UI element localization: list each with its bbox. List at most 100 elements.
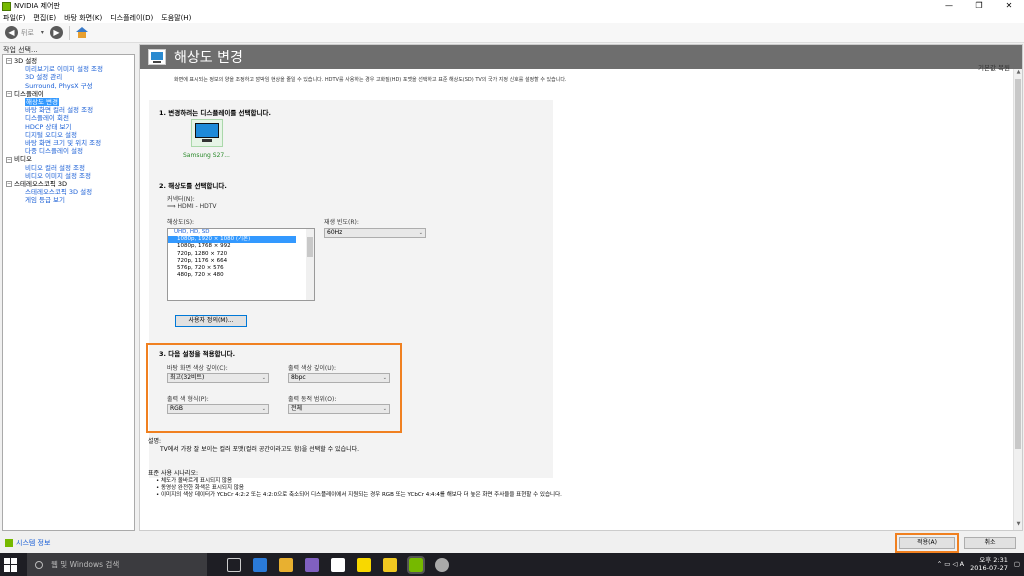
notification-icon[interactable]: ▢ — [1014, 560, 1020, 568]
back-dropdown-icon[interactable]: ▾ — [41, 29, 44, 36]
refresh-rate-value: 60Hz — [327, 229, 343, 236]
main-scrollbar[interactable]: ▲ ▼ — [1013, 69, 1022, 530]
menu-file[interactable]: 파일(F) — [3, 13, 25, 23]
system-tray: ⌃ ▭ ◁ A 오후 2:31 2016-07-27 ▢ — [937, 556, 1020, 572]
folder-icon[interactable] — [383, 557, 397, 572]
menu-edit[interactable]: 편집(E) — [33, 13, 56, 23]
search-box[interactable]: 웹 및 Windows 검색 — [27, 553, 207, 576]
store-icon[interactable] — [331, 557, 345, 572]
tree-item-label: 게임 등급 보기 — [25, 196, 66, 205]
collapse-icon[interactable]: − — [6, 181, 12, 188]
tree-item-selected[interactable]: 해상도 변경 — [6, 98, 134, 107]
tree-item[interactable]: 디지털 오디오 설정 — [6, 131, 134, 139]
resolution-option[interactable]: 1080p, 1920 × 1080 (기본) — [168, 236, 296, 244]
menu-bar: 파일(F) 편집(E) 바탕 화면(K) 디스플레이(D) 도움말(H) — [0, 12, 1024, 23]
task-view-icon[interactable] — [227, 557, 241, 572]
microphone-icon[interactable] — [35, 560, 43, 569]
refresh-rate-select[interactable]: 60Hz ⌄ — [324, 228, 426, 238]
customize-button[interactable]: 사용자 정의(M)... — [175, 315, 247, 327]
tree-item[interactable]: 게임 등급 보기 — [6, 196, 134, 204]
resolution-option[interactable]: 720p, 1280 × 720 — [168, 251, 314, 258]
hdmi-icon: ⟹ — [167, 203, 178, 210]
clock-time: 오후 2:31 — [979, 556, 1008, 564]
search-placeholder: 웹 및 Windows 검색 — [51, 560, 120, 569]
tree-item[interactable]: HDCP 상태 보기 — [6, 123, 134, 131]
scroll-thumb[interactable] — [1015, 79, 1021, 449]
tree-category[interactable]: − 비디오 — [6, 155, 134, 163]
tree-category[interactable]: − 디스플레이 — [6, 90, 134, 98]
clock[interactable]: 오후 2:31 2016-07-27 — [970, 556, 1008, 572]
nvidia-taskbar-icon[interactable] — [407, 555, 425, 574]
app-icon[interactable] — [435, 557, 449, 572]
toolbar-divider — [68, 25, 70, 40]
resolution-list[interactable]: UHD, HD, SD 1080p, 1920 × 1080 (기본) 1080p,… — [167, 228, 315, 301]
back-label[interactable]: 뒤로 — [21, 28, 34, 38]
collapse-icon[interactable]: − — [6, 58, 12, 65]
page-header: 해상도 변경 — [140, 45, 1022, 69]
windows-start-icon[interactable] — [4, 557, 18, 572]
monitor-label[interactable]: Samsung S27... — [183, 152, 230, 159]
resolution-list-scrollbar[interactable] — [306, 229, 314, 300]
system-info-label[interactable]: 시스템 정보 — [16, 538, 50, 548]
monitor-icon[interactable] — [191, 119, 223, 147]
back-icon[interactable]: ◀ — [5, 26, 18, 39]
tree-item-label: 해상도 변경 — [25, 98, 59, 107]
tree-item[interactable]: 디스플레이 회전 — [6, 114, 134, 122]
step3-highlight-box — [146, 343, 402, 433]
scroll-up-icon[interactable]: ▲ — [1014, 69, 1023, 78]
kakaotalk-icon[interactable] — [357, 557, 371, 572]
toolbar: ◀ 뒤로 ▾ ▶ — [0, 23, 1024, 43]
tree-item-label: HDCP 상태 보기 — [25, 122, 72, 131]
restore-defaults-link[interactable]: 기본값 복원 — [978, 62, 1010, 72]
tree-item[interactable]: 3D 설정 관리 — [6, 73, 134, 81]
refresh-label: 재생 빈도(R): — [324, 219, 359, 226]
ime-indicator[interactable]: A — [960, 560, 964, 568]
tree-category-label: 3D 설정 — [14, 57, 38, 65]
network-icon[interactable]: ▭ — [944, 560, 950, 568]
collapse-icon[interactable]: − — [6, 156, 12, 163]
tree-item-label: 비디오 컬러 설정 조정 — [25, 163, 86, 172]
media-app-icon[interactable] — [305, 557, 319, 572]
close-button[interactable]: ✕ — [994, 0, 1024, 12]
menu-desktop[interactable]: 바탕 화면(K) — [64, 13, 102, 23]
menu-display[interactable]: 디스플레이(D) — [110, 13, 153, 23]
title-bar: NVIDIA 제어판 — ❐ ✕ — [0, 0, 1024, 12]
resolution-option[interactable]: 1080p, 1768 × 992 — [168, 243, 314, 250]
system-info-link[interactable]: 시스템 정보 — [5, 538, 50, 548]
main-panel: 해상도 변경 기본값 복원 화면에 표시되는 정보의 양을 조정하고 깜박임 현… — [139, 44, 1023, 531]
window-title: NVIDIA 제어판 — [14, 2, 60, 10]
resolution-option[interactable]: 576p, 720 × 576 — [168, 265, 314, 272]
collapse-icon[interactable]: − — [6, 90, 12, 97]
resolution-option[interactable]: 480p, 720 × 480 — [168, 272, 314, 279]
volume-icon[interactable]: ◁ — [953, 560, 958, 568]
file-explorer-icon[interactable] — [279, 557, 293, 572]
explain-text: TV에서 가장 잘 보이는 컬러 포맷(컬러 공간이라고도 함)을 선택할 수 … — [160, 446, 360, 453]
cancel-button[interactable]: 취소 — [964, 537, 1016, 549]
page-title: 해상도 변경 — [174, 50, 243, 66]
tree-item[interactable]: 비디오 이미지 설정 조정 — [6, 172, 134, 180]
page-description: 화면에 표시되는 정보의 양을 조정하고 깜박임 현상을 줄일 수 있습니다. … — [174, 77, 567, 83]
resolution-label: 해상도(S): — [167, 219, 195, 226]
menu-help[interactable]: 도움말(H) — [161, 13, 191, 23]
system-info-icon — [5, 539, 13, 547]
tree-item[interactable]: 비디오 컬러 설정 조정 — [6, 164, 134, 172]
tree-category[interactable]: −3D 설정 — [6, 57, 134, 65]
tree-item-label: 디스플레이 회전 — [25, 114, 69, 123]
forward-icon[interactable]: ▶ — [49, 26, 63, 39]
tree-item-label: 바탕 화면 크기 및 위치 조정 — [25, 139, 102, 148]
scroll-down-icon[interactable]: ▼ — [1014, 521, 1023, 530]
minimize-button[interactable]: — — [934, 0, 964, 12]
connector-text: HDMI - HDTV — [177, 203, 217, 210]
connector-value: ⟹ HDMI - HDTV — [167, 203, 216, 210]
tree-item[interactable]: 바탕 화면 크기 및 위치 조정 — [6, 139, 134, 147]
home-icon[interactable] — [75, 26, 89, 39]
step2-heading: 2. 해상도를 선택합니다. — [159, 182, 227, 190]
maximize-button[interactable]: ❐ — [964, 0, 994, 12]
apply-button[interactable]: 적용(A) — [899, 537, 955, 549]
usage-item: • 이미지의 색상 데이터가 YCbCr 4:2:2 또는 4:2:0으로 축소… — [156, 492, 562, 498]
tray-up-icon[interactable]: ⌃ — [937, 560, 942, 568]
edge-icon[interactable] — [253, 557, 267, 572]
tree-item[interactable]: Surround, PhysX 구성 — [6, 82, 134, 90]
resolution-option[interactable]: 720p, 1176 × 664 — [168, 258, 314, 265]
tree-item-label: 3D 설정 관리 — [25, 73, 63, 82]
